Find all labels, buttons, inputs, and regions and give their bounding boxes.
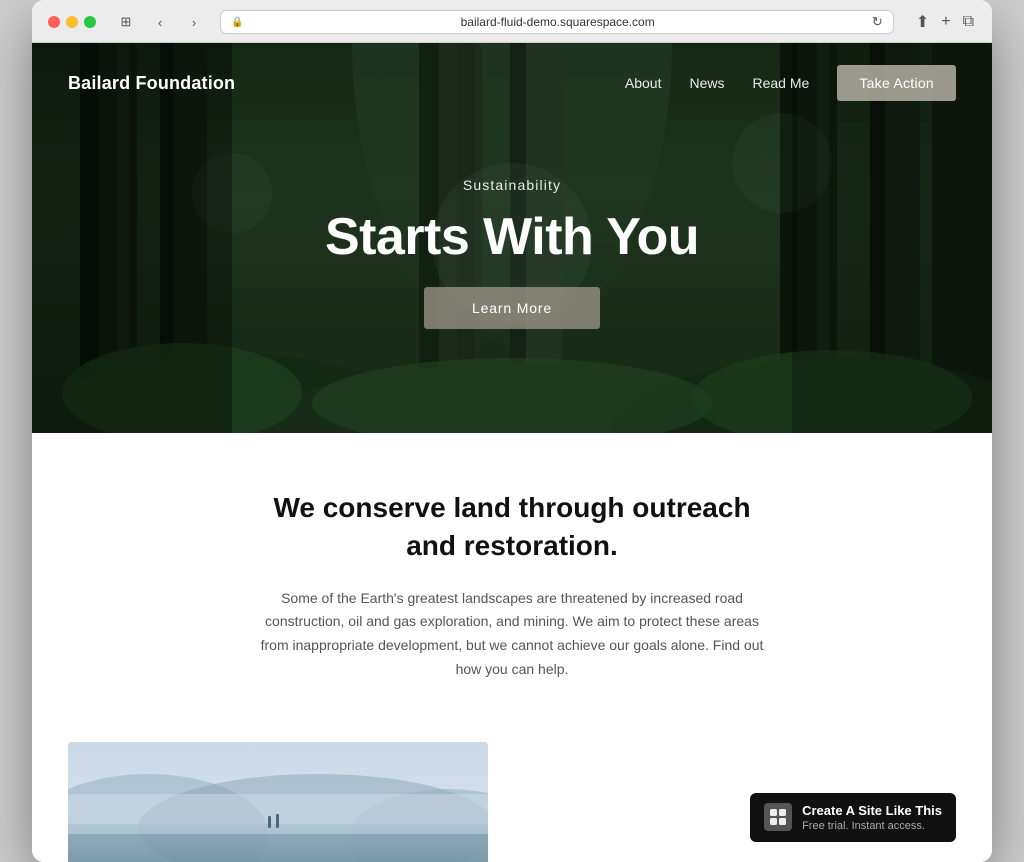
badge-main-text: Create A Site Like This xyxy=(802,803,942,818)
traffic-lights xyxy=(48,16,96,28)
maximize-button[interactable] xyxy=(84,16,96,28)
duplicate-button[interactable]: ⧉ xyxy=(961,11,976,33)
site-logo: Bailard Foundation xyxy=(68,73,235,94)
website-content: Bailard Foundation About News Read Me Ta… xyxy=(32,43,992,862)
close-button[interactable] xyxy=(48,16,60,28)
share-button[interactable]: ⬆ xyxy=(914,10,931,34)
content-heading: We conserve land through outreach and re… xyxy=(272,489,752,565)
hero-title: Starts With You xyxy=(325,207,699,267)
browser-window: ⊞ ‹ › 🔒 bailard-fluid-demo.squarespace.c… xyxy=(32,0,992,862)
nav-news[interactable]: News xyxy=(689,75,724,91)
back-button[interactable]: ‹ xyxy=(146,11,174,33)
squarespace-badge-text: Create A Site Like This Free trial. Inst… xyxy=(802,803,942,832)
learn-more-button[interactable]: Learn More xyxy=(424,287,600,329)
minimize-button[interactable] xyxy=(66,16,78,28)
take-action-button[interactable]: Take Action xyxy=(837,65,956,101)
preview-image xyxy=(68,742,488,862)
address-bar[interactable]: 🔒 bailard-fluid-demo.squarespace.com ↻ xyxy=(220,10,894,34)
browser-top-bar: ⊞ ‹ › 🔒 bailard-fluid-demo.squarespace.c… xyxy=(48,10,976,42)
hero-section: Bailard Foundation About News Read Me Ta… xyxy=(32,43,992,433)
squarespace-logo-icon xyxy=(764,803,792,831)
browser-chrome: ⊞ ‹ › 🔒 bailard-fluid-demo.squarespace.c… xyxy=(32,0,992,43)
browser-controls: ⊞ ‹ › xyxy=(112,11,208,33)
lock-icon: 🔒 xyxy=(231,17,243,28)
nav-readme[interactable]: Read Me xyxy=(753,75,810,91)
reload-button[interactable]: ↻ xyxy=(872,14,883,30)
bottom-preview: Create A Site Like This Free trial. Inst… xyxy=(32,722,992,862)
new-tab-button[interactable]: + xyxy=(939,11,952,33)
nav-about[interactable]: About xyxy=(625,75,662,91)
sidebar-toggle-button[interactable]: ⊞ xyxy=(112,11,140,33)
content-body: Some of the Earth's greatest landscapes … xyxy=(252,587,772,682)
squarespace-badge[interactable]: Create A Site Like This Free trial. Inst… xyxy=(750,793,956,842)
browser-actions: ⬆ + ⧉ xyxy=(914,10,976,34)
url-text: bailard-fluid-demo.squarespace.com xyxy=(249,15,865,29)
forward-button[interactable]: › xyxy=(180,11,208,33)
hero-subtitle: Sustainability xyxy=(463,177,561,193)
nav-links: About News Read Me Take Action xyxy=(625,65,956,101)
content-section: We conserve land through outreach and re… xyxy=(32,433,992,722)
site-nav: Bailard Foundation About News Read Me Ta… xyxy=(32,43,992,123)
